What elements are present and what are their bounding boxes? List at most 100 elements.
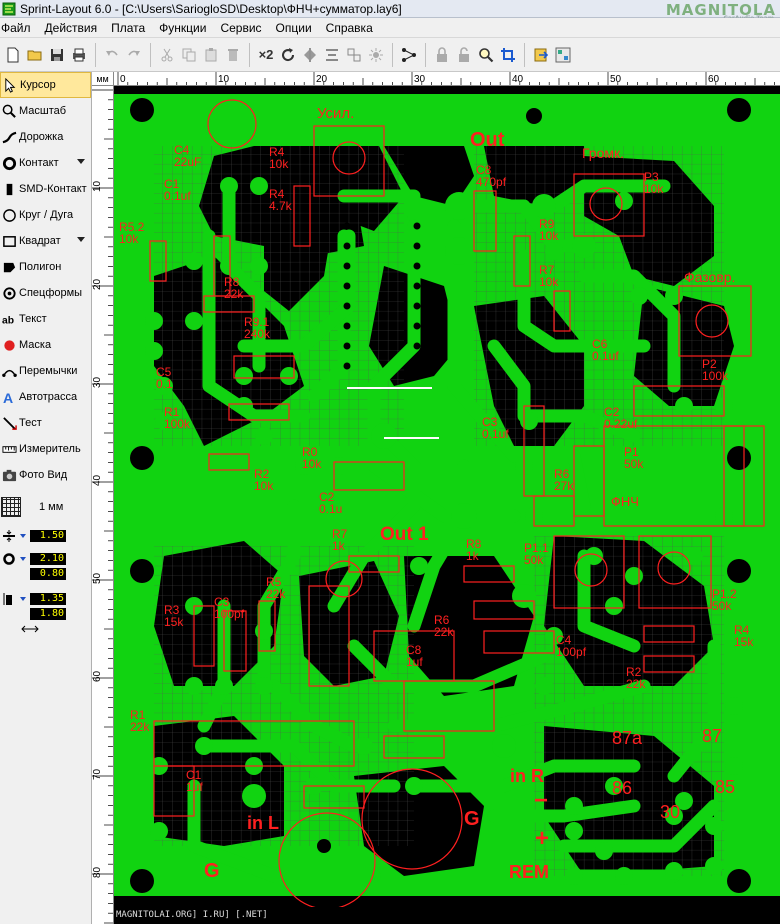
rotate-icon xyxy=(282,47,295,61)
menu-actions[interactable]: Действия xyxy=(38,21,105,35)
scissors-icon xyxy=(161,48,173,61)
group-icon xyxy=(347,48,361,61)
component-value: 10k xyxy=(644,182,664,196)
menu-service[interactable]: Сервис xyxy=(213,21,268,35)
component-value: 50k xyxy=(524,553,544,567)
tool-jumpers-label: Перемычки xyxy=(19,365,78,377)
copy-button[interactable] xyxy=(178,43,200,67)
chevron-down-icon[interactable] xyxy=(20,534,26,538)
label-86: 86 xyxy=(612,778,632,798)
undo-icon xyxy=(106,50,118,56)
connections-button[interactable] xyxy=(398,43,420,67)
track-width-icon xyxy=(3,530,15,542)
chevron-down-icon[interactable] xyxy=(77,159,85,164)
duplicate-button[interactable]: ×2 xyxy=(255,43,277,67)
label-minus: − xyxy=(534,787,548,814)
undo-button[interactable] xyxy=(101,43,123,67)
toolbar-separator xyxy=(249,42,250,67)
paste-button[interactable] xyxy=(200,43,222,67)
tool-autoroute-label: Автотрасса xyxy=(19,391,78,403)
menu-help[interactable]: Справка xyxy=(319,21,380,35)
pad-outer-param[interactable]: 2.10 xyxy=(0,552,91,566)
print-button[interactable] xyxy=(68,43,90,67)
smd-width-param[interactable]: 1.35 xyxy=(0,592,91,606)
export-button[interactable] xyxy=(530,43,552,67)
component-value: 0.1u xyxy=(319,502,342,516)
track-width-value[interactable]: 1.50 xyxy=(30,530,66,542)
component-value: 0.1uf xyxy=(592,349,619,363)
tool-zoom-label: Масштаб xyxy=(19,105,67,117)
toolbar-separator xyxy=(95,42,96,67)
rotate-button[interactable] xyxy=(277,43,299,67)
pad-outer-value[interactable]: 2.10 xyxy=(30,553,66,565)
smd-height-param[interactable]: 1.80 xyxy=(0,607,91,621)
tool-measure[interactable]: Измеритель xyxy=(0,436,91,462)
component-value: 15k xyxy=(164,615,184,629)
tool-square-label: Квадрат xyxy=(19,235,61,247)
chevron-down-icon[interactable] xyxy=(20,597,26,601)
crop-button[interactable] xyxy=(497,43,519,67)
tool-test-label: Тест xyxy=(19,417,42,429)
smd-width-value[interactable]: 1.35 xyxy=(30,593,66,605)
ruler-tick-label: 40 xyxy=(92,474,103,486)
label-fnch: ФНЧ xyxy=(611,494,639,509)
tool-smd[interactable]: SMD-Контакт xyxy=(0,176,91,202)
pad-inner-value[interactable]: 0.80 xyxy=(30,568,66,580)
align-button[interactable] xyxy=(321,43,343,67)
chevron-down-icon[interactable] xyxy=(77,237,85,242)
chevron-down-icon[interactable] xyxy=(20,557,26,561)
tool-photo-label: Фото Вид xyxy=(19,469,68,481)
tool-photo[interactable]: Фото Вид xyxy=(0,462,91,488)
lock-button[interactable] xyxy=(431,43,453,67)
grid-icon xyxy=(1,497,21,517)
tool-test[interactable]: Тест xyxy=(0,410,91,436)
tool-cursor[interactable]: Курсор xyxy=(0,72,91,98)
jumper-icon xyxy=(1,369,17,377)
component-value: 27k xyxy=(554,479,574,493)
save-button[interactable] xyxy=(46,43,68,67)
open-file-button[interactable] xyxy=(24,43,46,67)
tool-polygon[interactable]: Полигон xyxy=(0,254,91,280)
unlock-button[interactable] xyxy=(453,43,475,67)
group-button[interactable] xyxy=(343,43,365,67)
special-shapes-icon xyxy=(2,286,16,300)
tools-sidebar: Курсор Масштаб Дорожка Контакт SMD-Конта… xyxy=(0,72,92,924)
pad-inner-param[interactable]: 0.80 xyxy=(0,567,91,581)
tool-autoroute[interactable]: A Автотрасса xyxy=(0,384,91,410)
library-button[interactable] xyxy=(552,43,574,67)
track-width-param[interactable]: 1.50 xyxy=(0,529,91,543)
smd-height-value[interactable]: 1.80 xyxy=(30,608,66,620)
menu-file[interactable]: Файл xyxy=(0,21,38,35)
tool-mask[interactable]: Маска xyxy=(0,332,91,358)
tool-zoom[interactable]: Масштаб xyxy=(0,98,91,124)
tool-text[interactable]: ab Текст xyxy=(0,306,91,332)
sunburst-icon xyxy=(369,47,383,62)
highlight-button[interactable] xyxy=(365,43,387,67)
pcb-board[interactable]: Усил. Out Громк. Фазовр. ФНЧ Out 1 in R … xyxy=(114,86,780,907)
component-value: 10k xyxy=(269,157,289,171)
menu-functions[interactable]: Функции xyxy=(152,21,213,35)
tool-specforms[interactable]: Спецформы xyxy=(0,280,91,306)
tool-square[interactable]: Квадрат xyxy=(0,228,91,254)
pcb-canvas[interactable]: Усил. Out Громк. Фазовр. ФНЧ Out 1 in R … xyxy=(114,86,780,907)
brand-watermark: MAGNITOLACarAudio Team xyxy=(665,1,776,22)
tool-track[interactable]: Дорожка xyxy=(0,124,91,150)
crop-icon xyxy=(501,47,515,62)
swap-arrows[interactable] xyxy=(20,624,91,637)
tool-jumpers[interactable]: Перемычки xyxy=(0,358,91,384)
tool-pad[interactable]: Контакт xyxy=(0,150,91,176)
menu-board[interactable]: Плата xyxy=(104,21,152,35)
new-file-button[interactable] xyxy=(2,43,24,67)
search-button[interactable] xyxy=(475,43,497,67)
redo-button[interactable] xyxy=(123,43,145,67)
vertical-ruler-scale: 10 20 30 40 50 60 70 80 xyxy=(92,89,113,924)
grid-setting[interactable]: 1 мм xyxy=(0,494,91,520)
cut-button[interactable] xyxy=(156,43,178,67)
menu-options[interactable]: Опции xyxy=(269,21,319,35)
circle-arc-icon xyxy=(2,208,16,222)
copy-icon xyxy=(182,48,196,61)
tool-circle[interactable]: Круг / Дуга xyxy=(0,202,91,228)
mirror-button[interactable] xyxy=(299,43,321,67)
delete-button[interactable] xyxy=(222,43,244,67)
export-icon xyxy=(534,48,549,61)
